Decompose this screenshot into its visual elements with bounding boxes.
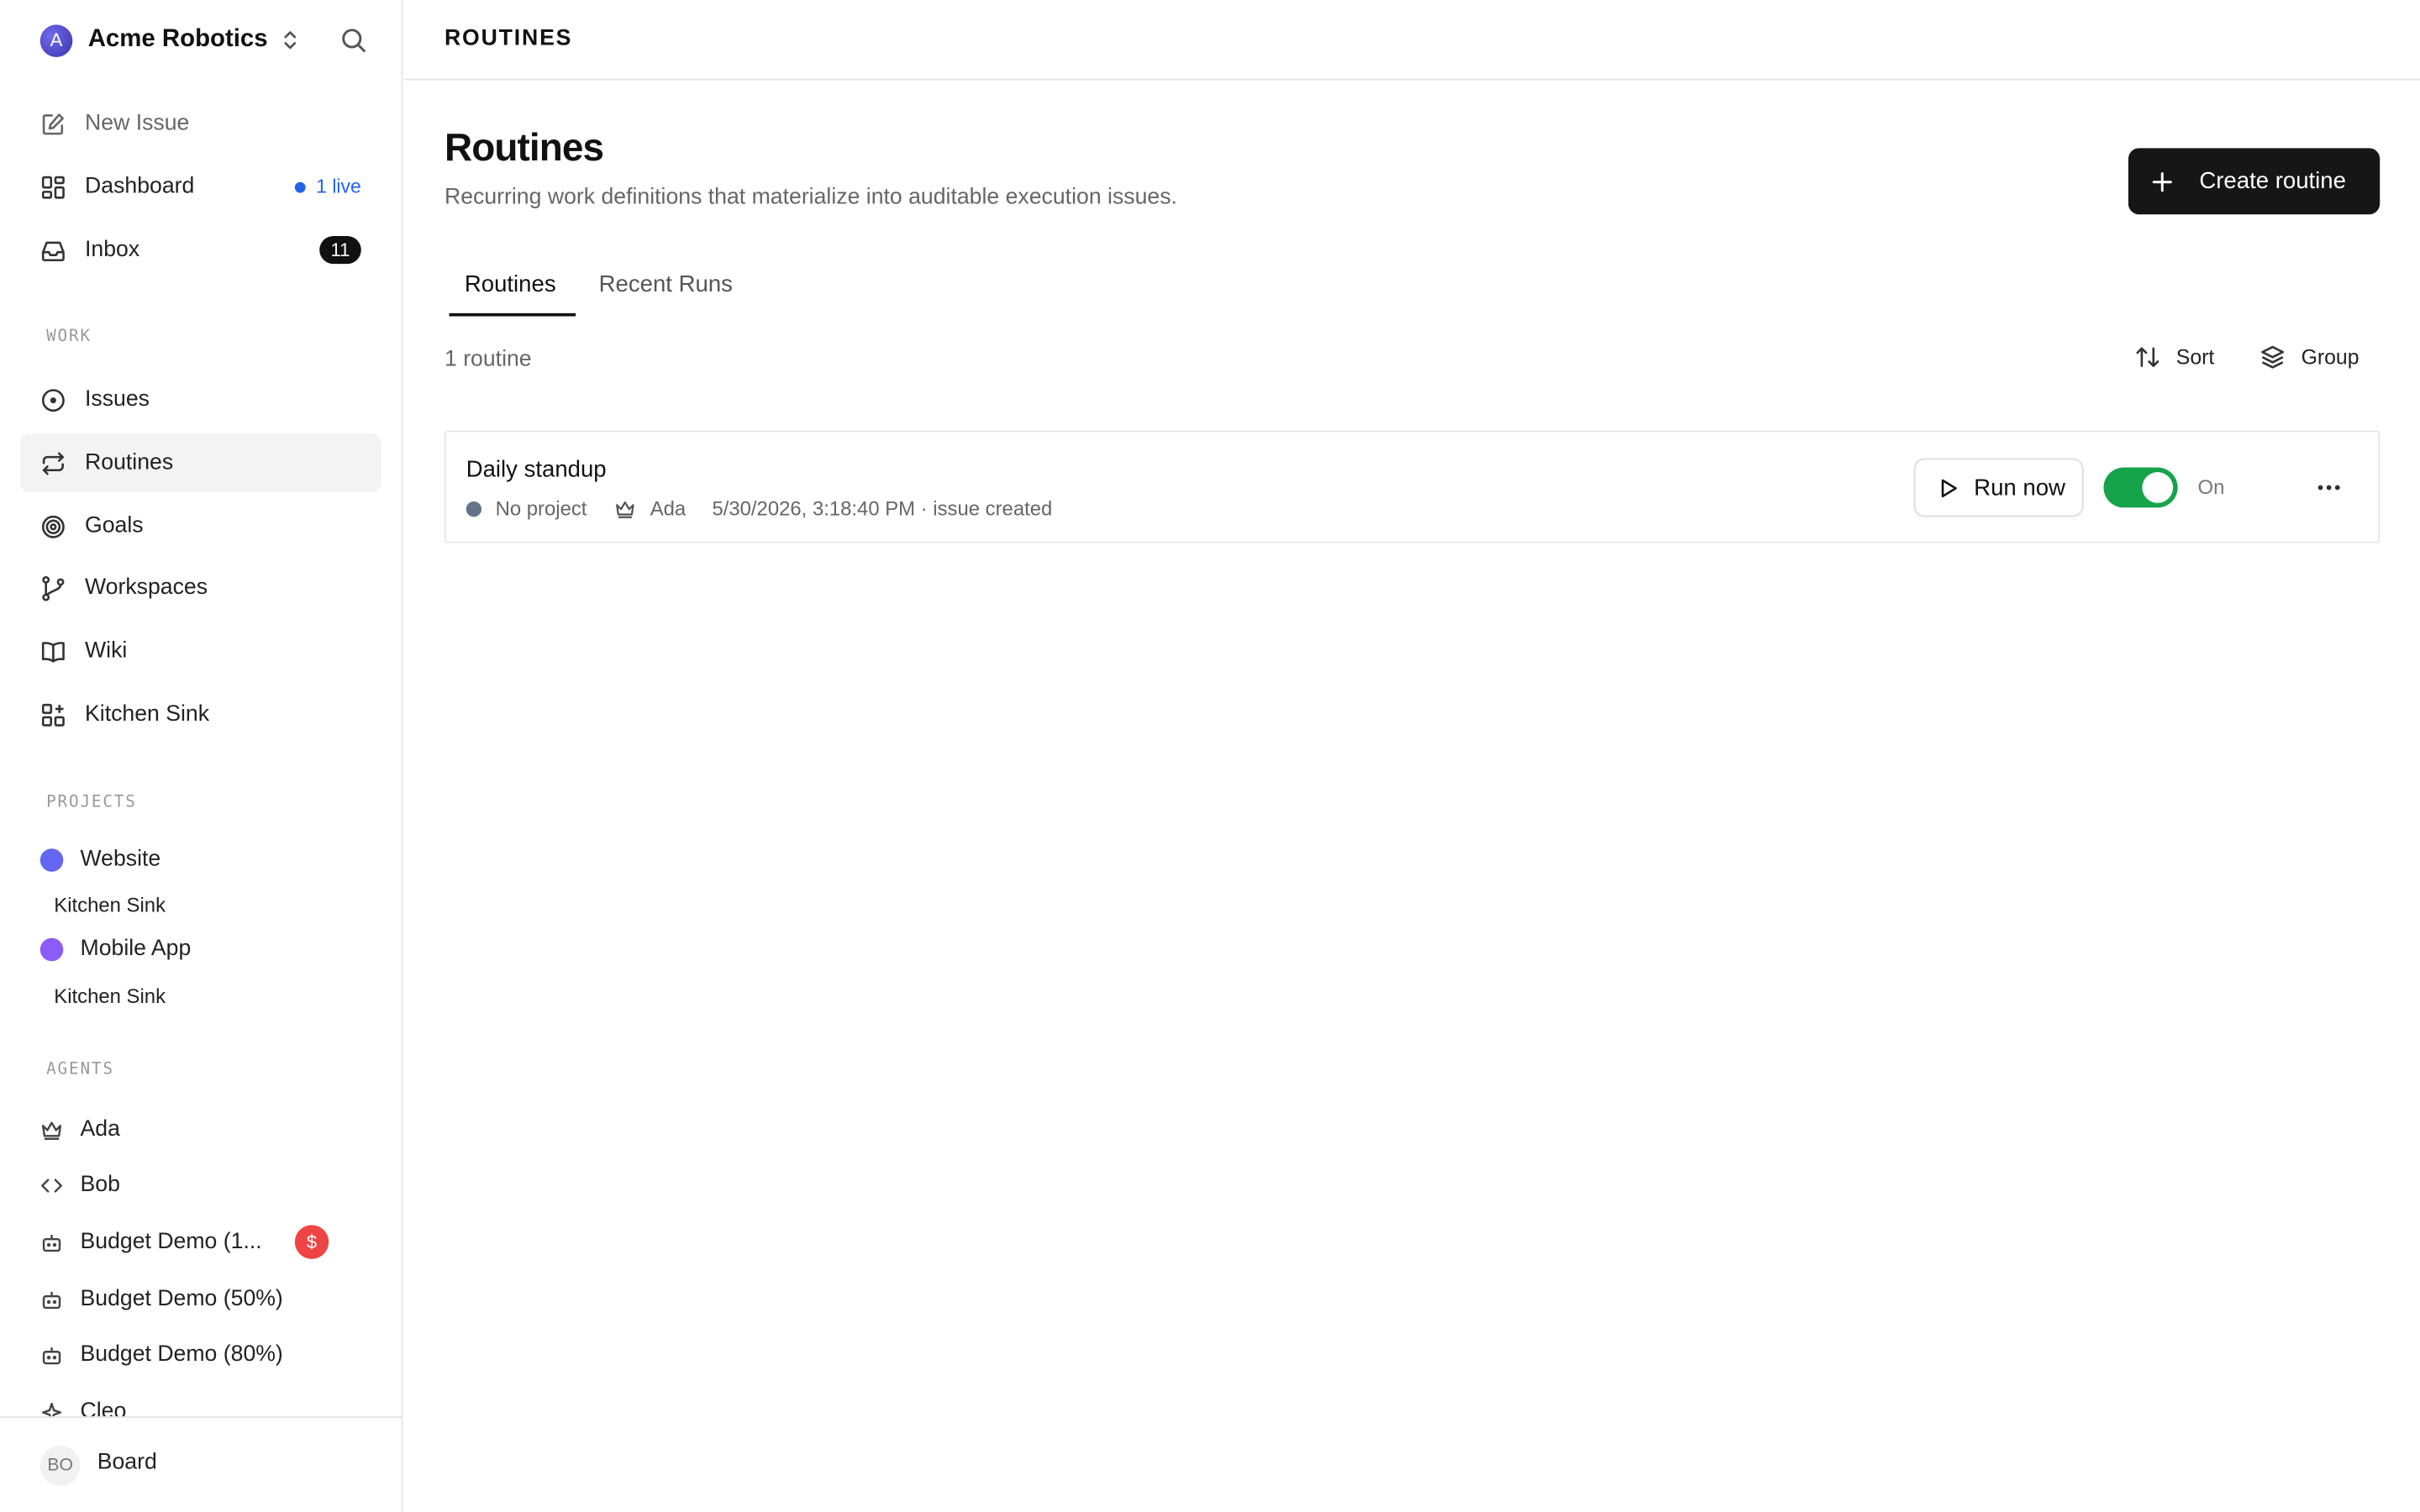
toggle-state-label: On <box>2197 475 2225 499</box>
project-status-dot <box>466 501 482 517</box>
page-title: Routines <box>444 126 604 171</box>
new-issue-label: New Issue <box>85 111 190 136</box>
agent-item-budget-demo-80[interactable]: Budget Demo (80%) <box>40 1337 380 1371</box>
agent-item-budget-demo-50[interactable]: Budget Demo (50%) <box>40 1282 380 1315</box>
live-dot <box>294 181 306 192</box>
sort-button[interactable]: Sort <box>2134 344 2214 370</box>
sidebar-item-label: Workspaces <box>85 575 208 601</box>
active-tab-indicator <box>449 312 576 317</box>
routine-title[interactable]: Daily standup <box>466 457 607 483</box>
budget-alert-badge: $ <box>294 1225 329 1259</box>
sidebar-item-label: Inbox <box>85 237 140 263</box>
sidebar-item-issues[interactable]: Issues <box>20 370 381 429</box>
board-name: Board <box>97 1450 157 1475</box>
sidebar-item-label: Goals <box>85 513 144 539</box>
routine-count: 1 routine <box>444 347 532 372</box>
circle-dot-icon <box>41 388 65 412</box>
sidebar-item-label: Dashboard <box>85 174 195 199</box>
code-icon <box>41 1178 62 1192</box>
repeat-icon <box>42 451 64 475</box>
avatar: BO <box>39 1446 81 1486</box>
routine-last-run: 5/30/2026, 3:18:40 PM · issue created <box>712 496 1053 520</box>
sidebar-item-goals[interactable]: Goals <box>20 496 381 555</box>
bot-icon <box>42 1347 61 1364</box>
layers-icon <box>2261 345 2285 369</box>
breadcrumb: ROUTINES <box>444 26 573 51</box>
agent-item-bob[interactable]: Bob <box>40 1168 380 1201</box>
sidebar-item-label: Kitchen Sink <box>85 701 210 727</box>
company-switcher[interactable]: A Acme Robotics <box>39 24 300 57</box>
project-subitem[interactable]: Kitchen Sink <box>54 984 166 1008</box>
sidebar-item-wiki[interactable]: Wiki <box>20 622 381 680</box>
sidebar: A Acme Robotics New Issue Dashboard 1 li… <box>0 0 403 1512</box>
page-subtitle: Recurring work definitions that material… <box>444 185 1177 210</box>
section-label-agents: AGENTS <box>46 1059 114 1079</box>
crown-icon <box>616 501 635 517</box>
search-icon[interactable] <box>339 26 367 54</box>
company-avatar: A <box>39 24 73 57</box>
routine-assignee: Ada <box>650 496 687 520</box>
create-routine-button[interactable]: Create routine <box>2128 148 2381 215</box>
sidebar-item-inbox[interactable]: Inbox 11 <box>20 221 381 280</box>
components-icon <box>41 702 65 726</box>
agent-name: Budget Demo (1... <box>80 1229 262 1255</box>
sidebar-item-dashboard[interactable]: Dashboard 1 live <box>20 157 381 216</box>
routine-enabled-toggle[interactable] <box>2103 467 2178 508</box>
inbox-icon <box>41 240 65 261</box>
agent-name: Budget Demo (50%) <box>80 1286 283 1312</box>
new-issue-button[interactable]: New Issue <box>20 94 381 153</box>
tab-routines[interactable]: Routines <box>465 271 556 297</box>
project-item-website[interactable]: Website <box>39 847 161 872</box>
agent-item-budget-demo-100[interactable]: Budget Demo (1... $ <box>40 1225 380 1259</box>
sidebar-item-label: Routines <box>85 450 174 475</box>
agent-name: Budget Demo (80%) <box>80 1341 283 1368</box>
section-label-work: WORK <box>46 327 92 346</box>
run-now-button[interactable]: Run now <box>1913 458 2084 517</box>
agent-name: Bob <box>80 1172 120 1198</box>
sort-icon <box>2136 347 2160 367</box>
project-item-mobile-app[interactable]: Mobile App <box>39 936 192 962</box>
tab-recent-runs[interactable]: Recent Runs <box>599 271 733 297</box>
project-subitem[interactable]: Kitchen Sink <box>54 893 166 916</box>
bot-icon <box>42 1234 61 1252</box>
chevron-up-down-icon <box>285 31 297 50</box>
create-routine-label: Create routine <box>2199 168 2346 195</box>
project-name: Mobile App <box>80 936 192 962</box>
run-now-label: Run now <box>1974 474 2065 501</box>
project-color-dot <box>39 848 64 871</box>
sort-label: Sort <box>2175 345 2215 369</box>
sidebar-item-workspaces[interactable]: Workspaces <box>20 559 381 617</box>
bot-icon <box>42 1291 61 1309</box>
group-label: Group <box>2301 345 2360 369</box>
play-icon <box>1941 478 1957 497</box>
top-bar: ROUTINES <box>404 0 2420 81</box>
more-options-icon[interactable] <box>2313 472 2344 503</box>
sidebar-item-label: Wiki <box>85 638 128 664</box>
inbox-count-badge: 11 <box>319 236 361 265</box>
plus-icon <box>2152 171 2172 192</box>
book-icon <box>41 641 65 662</box>
group-button[interactable]: Group <box>2260 344 2360 370</box>
edit-icon <box>42 113 64 134</box>
sidebar-item-label: Issues <box>85 387 150 412</box>
crown-icon <box>41 1121 62 1140</box>
agent-item-ada[interactable]: Ada <box>40 1112 380 1146</box>
project-color-dot <box>39 937 64 961</box>
company-name: Acme Robotics <box>87 26 268 53</box>
git-branch-icon <box>42 575 65 601</box>
routine-project: No project <box>495 496 587 520</box>
target-icon <box>41 514 65 538</box>
dashboard-icon <box>41 175 65 198</box>
sidebar-item-routines[interactable]: Routines <box>19 433 381 492</box>
project-name: Website <box>80 847 161 872</box>
live-indicator: 1 live <box>294 176 361 198</box>
routine-meta: No project Ada 5/30/2026, 3:18:40 PM · i… <box>466 496 1053 520</box>
section-label-projects: PROJECTS <box>46 793 137 812</box>
agent-name: Ada <box>80 1116 120 1142</box>
sidebar-footer[interactable]: BO Board <box>0 1416 402 1512</box>
toggle-knob <box>2142 472 2174 503</box>
live-count: 1 live <box>316 176 361 198</box>
routine-row[interactable]: Daily standup No project Ada 5/30/2026, … <box>444 430 2381 543</box>
sidebar-item-kitchen-sink[interactable]: Kitchen Sink <box>20 685 381 744</box>
